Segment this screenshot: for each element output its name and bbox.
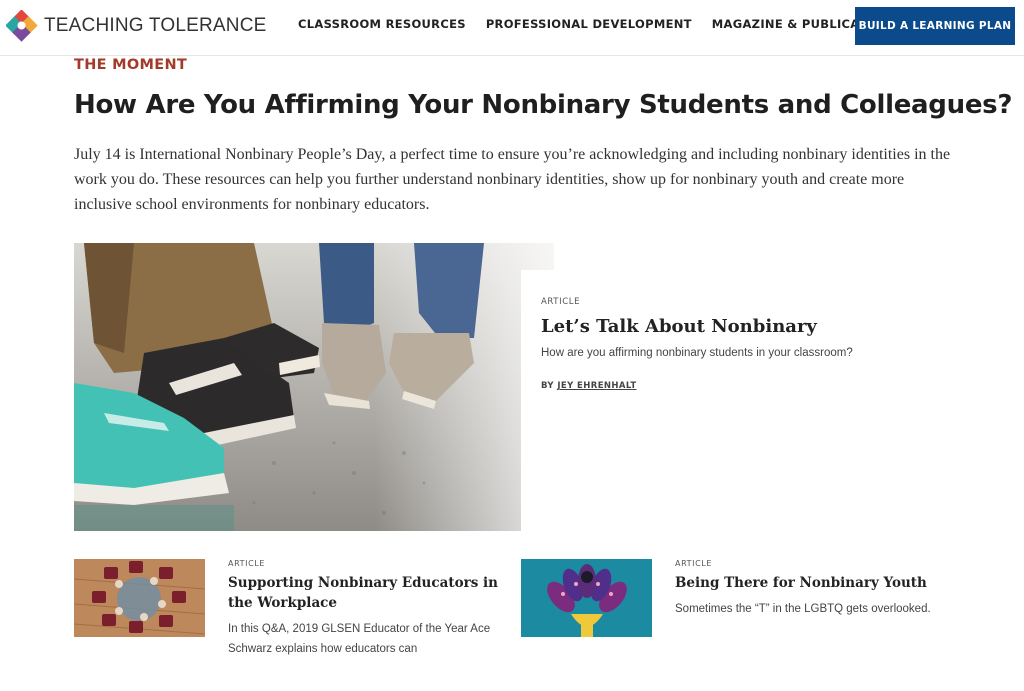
byline-prefix: BY xyxy=(541,381,554,391)
sneakers-photo-icon xyxy=(74,243,554,531)
card-description: Sometimes the “T” in the LGBTQ gets over… xyxy=(675,603,931,615)
card-description: In this Q&A, 2019 GLSEN Educator of the … xyxy=(228,623,491,655)
card-title-link[interactable]: Supporting Nonbinary Educators in the Wo… xyxy=(228,573,498,613)
section-eyebrow: THE MOMENT xyxy=(74,57,188,73)
card-thumbnail[interactable] xyxy=(74,559,205,637)
main-nav: CLASSROOM RESOURCES PROFESSIONAL DEVELOP… xyxy=(298,17,920,31)
card-kicker: ARTICLE xyxy=(675,559,712,568)
feature-description: How are you affirming nonbinary students… xyxy=(541,347,853,359)
build-learning-plan-button[interactable]: BUILD A LEARNING PLAN xyxy=(855,7,1015,45)
feature-title-link[interactable]: Let’s Talk About Nonbinary xyxy=(541,315,861,339)
site-header: TEACHING TOLERANCE CLASSROOM RESOURCES P… xyxy=(0,0,1024,56)
page-title: How Are You Affirming Your Nonbinary Stu… xyxy=(74,90,1013,120)
site-logo[interactable]: TEACHING TOLERANCE xyxy=(6,10,267,42)
nav-classroom-resources[interactable]: CLASSROOM RESOURCES xyxy=(298,17,466,31)
nav-professional-development[interactable]: PROFESSIONAL DEVELOPMENT xyxy=(486,17,692,31)
feature-image[interactable] xyxy=(74,243,554,531)
card-thumbnail[interactable] xyxy=(521,559,652,637)
card-kicker: ARTICLE xyxy=(228,559,265,568)
logo-text: TEACHING TOLERANCE xyxy=(44,15,267,36)
feature-kicker: ARTICLE xyxy=(541,297,581,307)
card-text: ARTICLE Being There for Nonbinary Youth … xyxy=(675,559,945,619)
feature-article-card[interactable]: ARTICLE Let’s Talk About Nonbinary How a… xyxy=(521,270,881,532)
intro-paragraph: July 14 is International Nonbinary Peopl… xyxy=(74,146,951,213)
feature-byline: BY JEY EHRENHALT xyxy=(541,381,861,391)
author-link[interactable]: JEY EHRENHALT xyxy=(557,381,636,391)
card-text: ARTICLE Supporting Nonbinary Educators i… xyxy=(228,559,498,659)
card-title-link[interactable]: Being There for Nonbinary Youth xyxy=(675,573,945,593)
logo-mark-icon xyxy=(6,10,38,42)
flower-illustration-icon xyxy=(521,559,652,637)
chairs-circle-photo-icon xyxy=(74,559,205,637)
